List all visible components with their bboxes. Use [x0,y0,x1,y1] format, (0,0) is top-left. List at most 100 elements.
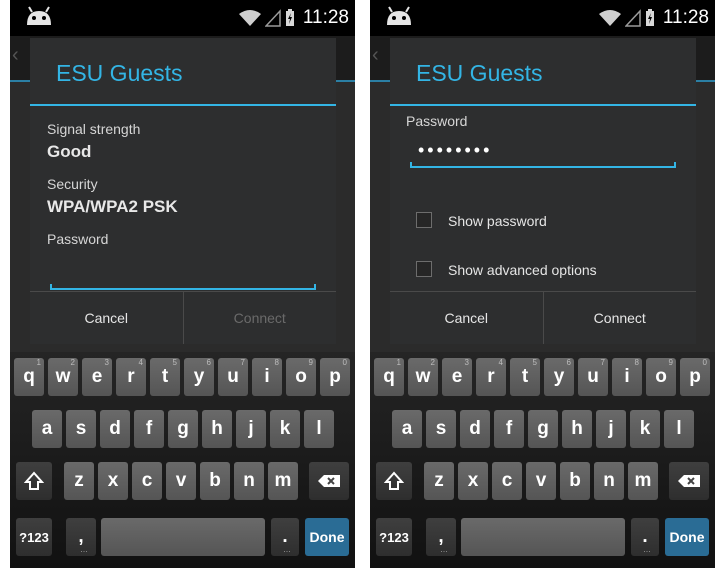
password-input[interactable] [50,258,316,290]
key-c[interactable]: c [132,462,162,500]
keyboard-row-1: q1w2e3r4t5y6u7i8o9p0 [370,358,715,396]
key-l[interactable]: l [664,410,694,448]
battery-icon [645,9,654,26]
key-j[interactable]: j [596,410,626,448]
key-n[interactable]: n [594,462,624,500]
key-z[interactable]: z [64,462,94,500]
dialog-title: ESU Guests [56,60,183,86]
key-i[interactable]: i8 [612,358,642,396]
shift-icon [24,471,44,490]
key-i[interactable]: i8 [252,358,282,396]
key-v[interactable]: v [166,462,196,500]
key-b[interactable]: b [560,462,590,500]
symbols-key[interactable]: ?123 [376,518,412,556]
key-t[interactable]: t5 [150,358,180,396]
key-d[interactable]: d [460,410,490,448]
shift-key[interactable] [376,462,412,500]
key-b[interactable]: b [200,462,230,500]
comma-key[interactable]: ,… [426,518,456,556]
key-m[interactable]: m [628,462,658,500]
keyboard-row-4: ?123 ,… .… Done [370,518,715,556]
key-q[interactable]: q1 [14,358,44,396]
phone-screen-right: 11:28 ‹ ESU Guests Password •••••••• Sho… [370,0,715,568]
show-advanced-row[interactable]: Show advanced options [414,259,674,283]
key-y[interactable]: y6 [184,358,214,396]
key-y[interactable]: y6 [544,358,574,396]
security-value: WPA/WPA2 PSK [47,197,178,216]
key-k[interactable]: k [270,410,300,448]
wifi-dialog: ESU Guests Password •••••••• Show passwo… [390,38,696,344]
key-h[interactable]: h [202,410,232,448]
connect-button[interactable]: Connect [182,292,337,344]
back-arrow-icon: ‹ [372,44,379,66]
space-key[interactable] [461,518,625,556]
done-key[interactable]: Done [305,518,349,556]
password-input[interactable]: •••••••• [410,136,676,168]
key-o[interactable]: o9 [646,358,676,396]
wifi-icon [598,10,621,26]
show-advanced-checkbox[interactable] [416,261,432,277]
key-f[interactable]: f [494,410,524,448]
key-u[interactable]: u7 [218,358,248,396]
key-n[interactable]: n [234,462,264,500]
title-divider [30,104,336,106]
key-d[interactable]: d [100,410,130,448]
key-l[interactable]: l [304,410,334,448]
key-c[interactable]: c [492,462,522,500]
key-e[interactable]: e3 [442,358,472,396]
show-advanced-label: Show advanced options [448,262,597,278]
space-key[interactable] [101,518,265,556]
back-arrow-icon: ‹ [12,44,19,66]
key-q[interactable]: q1 [374,358,404,396]
key-h[interactable]: h [562,410,592,448]
keyboard-row-2: asdfghjkl [10,410,355,448]
key-e[interactable]: e3 [82,358,112,396]
key-j[interactable]: j [236,410,266,448]
show-password-row[interactable]: Show password [414,210,674,234]
status-time: 11:28 [302,7,349,28]
key-a[interactable]: a [32,410,62,448]
signal-icon [264,9,281,27]
backspace-key[interactable] [669,462,709,500]
key-t[interactable]: t5 [510,358,540,396]
key-x[interactable]: x [458,462,488,500]
status-time: 11:28 [662,7,709,28]
key-w[interactable]: w2 [48,358,78,396]
period-key[interactable]: .… [631,518,659,556]
key-r[interactable]: r4 [476,358,506,396]
key-g[interactable]: g [528,410,558,448]
key-z[interactable]: z [424,462,454,500]
cancel-button[interactable]: Cancel [30,292,183,344]
dialog-title: ESU Guests [416,60,543,86]
shift-key[interactable] [16,462,52,500]
show-password-label: Show password [448,213,547,229]
done-key[interactable]: Done [665,518,709,556]
key-p[interactable]: p0 [680,358,710,396]
backspace-key[interactable] [309,462,349,500]
key-g[interactable]: g [168,410,198,448]
keyboard-row-3: zxcvbnm [10,462,355,500]
key-s[interactable]: s [426,410,456,448]
key-r[interactable]: r4 [116,358,146,396]
key-m[interactable]: m [268,462,298,500]
key-f[interactable]: f [134,410,164,448]
show-password-checkbox[interactable] [416,212,432,228]
key-w[interactable]: w2 [408,358,438,396]
key-v[interactable]: v [526,462,556,500]
comma-key[interactable]: ,… [66,518,96,556]
key-a[interactable]: a [392,410,422,448]
cancel-button[interactable]: Cancel [390,292,543,344]
key-s[interactable]: s [66,410,96,448]
period-key[interactable]: .… [271,518,299,556]
connect-button[interactable]: Connect [542,292,697,344]
key-o[interactable]: o9 [286,358,316,396]
key-u[interactable]: u7 [578,358,608,396]
key-k[interactable]: k [630,410,660,448]
wifi-icon [238,10,261,26]
android-icon [387,6,411,25]
signal-strength-label: Signal strength [47,121,141,137]
password-value: •••••••• [418,140,493,160]
key-p[interactable]: p0 [320,358,350,396]
key-x[interactable]: x [98,462,128,500]
symbols-key[interactable]: ?123 [16,518,52,556]
